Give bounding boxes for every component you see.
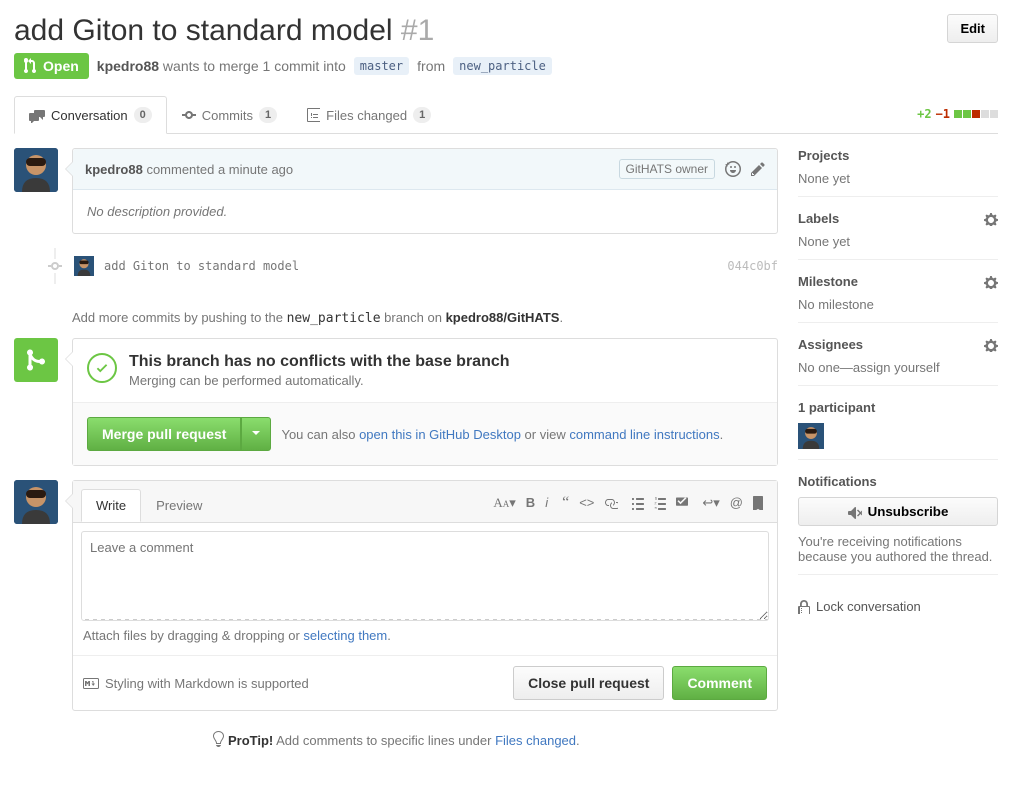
- sidebar-projects-title[interactable]: Projects: [798, 148, 998, 163]
- mute-icon: [848, 505, 862, 519]
- sidebar-assignees-value[interactable]: No one—assign yourself: [798, 360, 998, 375]
- git-merge-icon: [14, 338, 58, 382]
- commit-avatar[interactable]: [74, 256, 94, 276]
- git-commit-icon: [48, 259, 62, 273]
- merge-options-caret[interactable]: [241, 417, 271, 451]
- sidebar-notifications-title: Notifications: [798, 474, 998, 489]
- add-reaction-icon[interactable]: +: [725, 161, 741, 177]
- state-open-badge: Open: [14, 53, 89, 79]
- markdown-icon: [83, 678, 99, 689]
- close-pr-button[interactable]: Close pull request: [513, 666, 664, 700]
- git-commit-icon: [182, 107, 196, 123]
- link-icon[interactable]: [604, 496, 618, 510]
- pr-author[interactable]: kpedro88: [97, 58, 159, 74]
- reply-icon[interactable]: ↩▾: [702, 495, 719, 511]
- protip: ProTip! Add comments to specific lines u…: [14, 731, 778, 748]
- git-pull-request-icon: [24, 58, 38, 74]
- sidebar-labels-title[interactable]: Labels: [798, 211, 998, 226]
- comment-textarea[interactable]: [81, 531, 769, 621]
- diffstat: +2 −1: [917, 107, 998, 121]
- tab-commits[interactable]: Commits 1: [167, 96, 292, 134]
- sidebar-projects-value: None yet: [798, 171, 998, 186]
- merge-button[interactable]: Merge pull request: [87, 417, 241, 451]
- lightbulb-icon: [212, 731, 224, 747]
- attach-hint: Attach files by dragging & dropping or s…: [81, 624, 769, 647]
- sidebar-participants-title: 1 participant: [798, 400, 998, 415]
- sidebar-assignees-title[interactable]: Assignees: [798, 337, 998, 352]
- merge-status-title: This branch has no conflicts with the ba…: [129, 353, 510, 371]
- commit-row: add Giton to standard model 044c0bf: [14, 248, 778, 284]
- head-branch[interactable]: new_particle: [453, 57, 552, 75]
- owner-badge: GitHATS owner: [619, 159, 715, 179]
- bookmark-icon[interactable]: [753, 496, 763, 510]
- comment-button[interactable]: Comment: [672, 666, 767, 700]
- pr-title: add Giton to standard model #1: [14, 14, 434, 47]
- markdown-toolbar: AA▾ B i “ <> ↩▾: [493, 494, 769, 518]
- notification-reason: You're receiving notifications because y…: [798, 534, 998, 564]
- unsubscribe-button[interactable]: Unsubscribe: [798, 497, 998, 526]
- merge-status-sub: Merging can be performed automatically.: [129, 373, 510, 388]
- sidebar-milestone-value: No milestone: [798, 297, 998, 312]
- gear-icon[interactable]: [984, 275, 998, 289]
- merge-hint: You can also open this in GitHub Desktop…: [281, 427, 723, 442]
- avatar[interactable]: [14, 480, 58, 524]
- commit-message[interactable]: add Giton to standard model: [104, 259, 717, 273]
- list-ul-icon[interactable]: [632, 496, 644, 510]
- lock-icon: [798, 600, 810, 614]
- bold-icon[interactable]: B: [526, 495, 535, 510]
- heading-icon[interactable]: AA▾: [493, 495, 515, 511]
- commit-sha[interactable]: 044c0bf: [727, 259, 778, 273]
- mention-icon[interactable]: @: [730, 495, 743, 510]
- comment-discussion-icon: [29, 108, 45, 123]
- sidebar-labels-value: None yet: [798, 234, 998, 249]
- svg-text:+: +: [725, 161, 730, 169]
- tab-files-changed[interactable]: Files changed 1: [292, 96, 446, 134]
- list-ol-icon[interactable]: [654, 496, 666, 510]
- tab-write[interactable]: Write: [81, 489, 141, 522]
- sidebar-milestone-title[interactable]: Milestone: [798, 274, 998, 289]
- comment-body: No description provided.: [73, 190, 777, 233]
- comment-author[interactable]: kpedro88: [85, 162, 143, 177]
- italic-icon[interactable]: i: [545, 495, 548, 510]
- tab-conversation[interactable]: Conversation 0: [14, 96, 167, 134]
- avatar[interactable]: [14, 148, 58, 192]
- gear-icon[interactable]: [984, 212, 998, 226]
- gear-icon[interactable]: [984, 338, 998, 352]
- tasklist-icon[interactable]: [676, 496, 688, 510]
- file-diff-icon: [307, 107, 320, 123]
- base-branch[interactable]: master: [354, 57, 409, 75]
- code-icon[interactable]: <>: [579, 495, 594, 510]
- quote-icon[interactable]: “: [562, 494, 569, 512]
- participant-avatar[interactable]: [798, 423, 824, 449]
- markdown-hint[interactable]: Styling with Markdown is supported: [83, 676, 309, 691]
- tab-preview[interactable]: Preview: [141, 489, 217, 522]
- edit-button[interactable]: Edit: [947, 14, 998, 43]
- check-icon: [87, 353, 117, 383]
- push-hint: Add more commits by pushing to the new_p…: [14, 284, 778, 338]
- pencil-icon[interactable]: [751, 161, 765, 177]
- lock-conversation[interactable]: Lock conversation: [798, 589, 998, 614]
